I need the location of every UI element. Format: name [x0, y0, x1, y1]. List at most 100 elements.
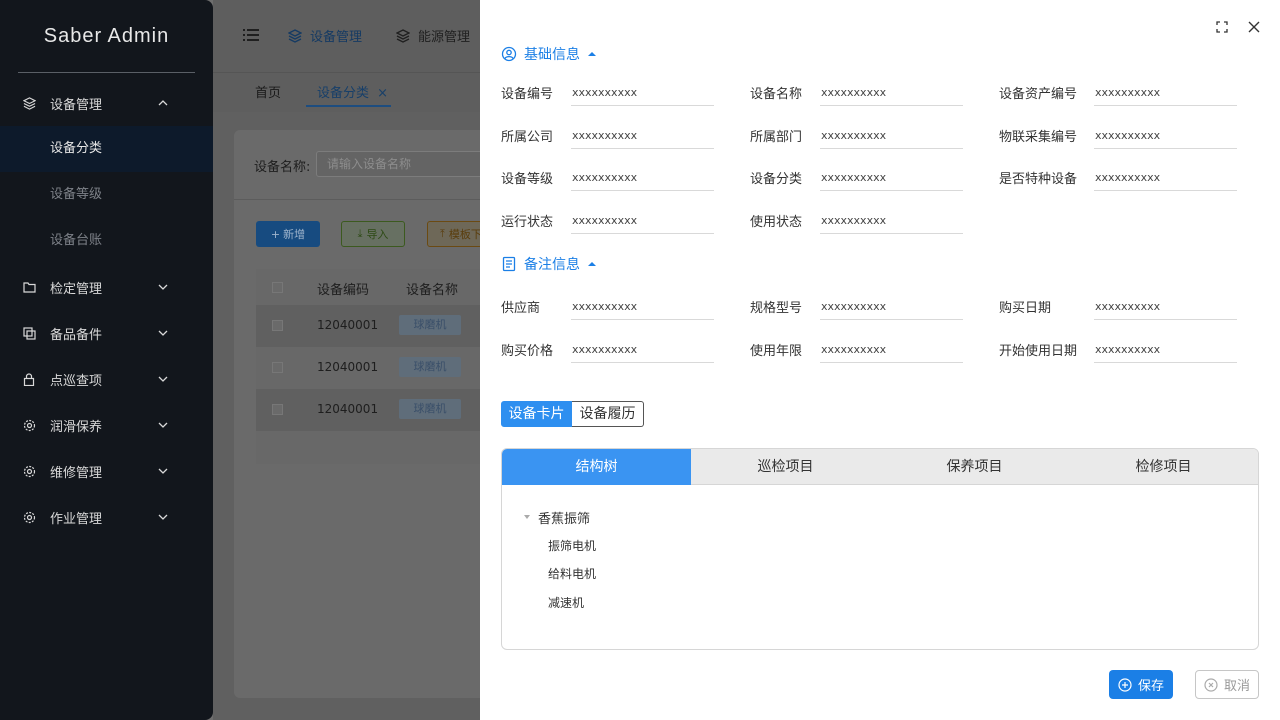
sidebar-item-label: 润滑保养 [50, 419, 103, 435]
field-value[interactable]: xxxxxxxxxx [820, 84, 963, 106]
tab-label: 设备分类 [317, 86, 370, 101]
field-value[interactable]: xxxxxxxxxx [820, 127, 963, 149]
section-remark-info[interactable]: 备注信息 [501, 254, 596, 274]
row-checkbox[interactable] [272, 320, 283, 331]
tab-inspection-items[interactable]: 巡检项目 [691, 449, 880, 485]
brand-divider [18, 72, 195, 73]
user-circle-icon [501, 46, 517, 62]
save-label: 保存 [1137, 679, 1164, 694]
field-label: 购买价格 [501, 343, 554, 359]
sidebar-item-inspection[interactable]: 点巡查项 [0, 356, 213, 402]
cancel-label: 取消 [1223, 679, 1250, 694]
field-value[interactable]: xxxxxxxxxx [1094, 341, 1237, 363]
sidebar-item-operations[interactable]: 作业管理 [0, 494, 213, 540]
row-checkbox[interactable] [272, 362, 283, 373]
sidebar-item-verification[interactable]: 检定管理 [0, 264, 213, 310]
topnav-label: 设备管理 [310, 30, 363, 45]
sidebar: Saber Admin 设备管理 设备分类 设备等级 设备台账 检定管理 备品备… [0, 0, 213, 720]
add-button[interactable]: + 新增 [256, 221, 320, 247]
menu-toggle-icon[interactable] [243, 28, 259, 42]
save-button[interactable]: 保存 [1109, 670, 1173, 699]
field-label: 所属部门 [750, 129, 803, 145]
tab-close-icon[interactable]: × [377, 86, 388, 101]
field-label: 供应商 [501, 301, 541, 316]
tab-device-category[interactable]: 设备分类 × [317, 82, 388, 101]
cell-code: 12040001 [317, 402, 379, 416]
plus-circle-icon [1118, 677, 1132, 692]
field-value[interactable]: xxxxxxxxxx [820, 169, 963, 192]
fullscreen-icon[interactable] [1213, 18, 1231, 36]
add-label: 新增 [283, 228, 306, 241]
field-value[interactable]: xxxxxxxxxx [571, 84, 714, 106]
topnav-energy-management[interactable]: 能源管理 [396, 26, 470, 45]
section-title-label: 基础信息 [524, 47, 580, 63]
cancel-button[interactable]: 取消 [1195, 670, 1259, 699]
field-value[interactable]: xxxxxxxxxx [571, 341, 714, 363]
topnav-device-management[interactable]: 设备管理 [288, 26, 362, 45]
chevron-down-icon [157, 511, 169, 523]
field-label: 运行状态 [501, 215, 554, 231]
sidebar-subitem-device-ledger[interactable]: 设备台账 [0, 218, 213, 264]
sidebar-subitem-device-level[interactable]: 设备等级 [0, 172, 213, 218]
field-value[interactable]: xxxxxxxxxx [1094, 169, 1237, 192]
search-input[interactable]: 请输入设备名称 [316, 151, 496, 177]
sidebar-item-label: 作业管理 [50, 511, 103, 527]
tab-overhaul-items[interactable]: 检修项目 [1069, 449, 1258, 485]
detail-tabs: 结构树 巡检项目 保养项目 检修项目 香蕉振筛 振筛电机 给料电机 减速机 [501, 448, 1259, 650]
sidebar-item-label: 检定管理 [50, 281, 103, 297]
field-label: 设备分类 [750, 172, 803, 188]
tab-maintenance-items[interactable]: 保养项目 [880, 449, 1069, 485]
tree-node-root[interactable]: 香蕉振筛 [538, 508, 590, 527]
row-checkbox[interactable] [272, 404, 283, 415]
field-value[interactable]: xxxxxxxxxx [820, 212, 963, 235]
field-value[interactable]: xxxxxxxxxx [571, 298, 714, 320]
import-button[interactable]: ⤓ 导入 [341, 221, 405, 247]
chevron-down-icon [157, 465, 169, 477]
download-icon: ⤓ [357, 227, 363, 240]
template-label: 模板下 [448, 228, 482, 241]
sidebar-item-label: 备品备件 [50, 327, 103, 343]
segment-device-card[interactable]: 设备卡片 [501, 401, 572, 427]
gear-icon [22, 464, 36, 478]
app-root: 设备管理 能源管理 首页 设备分类 × 设备名称: 请输入设备名称 + 新增 ⤓… [0, 0, 1280, 720]
tree-node-child[interactable]: 振筛电机 [548, 537, 596, 554]
tab-structure-tree[interactable]: 结构树 [502, 449, 691, 485]
field-label: 设备编号 [501, 87, 554, 102]
section-basic-info[interactable]: 基础信息 [501, 44, 596, 64]
field-value[interactable]: xxxxxxxxxx [571, 127, 714, 149]
segment-device-history[interactable]: 设备履历 [572, 401, 644, 427]
field-value[interactable]: xxxxxxxxxx [1094, 298, 1237, 320]
field-label: 是否特种设备 [999, 172, 1078, 188]
column-header: 设备编码 [317, 283, 370, 298]
layers-icon [288, 28, 302, 43]
sidebar-item-lubrication[interactable]: 润滑保养 [0, 402, 213, 448]
select-all-checkbox[interactable] [272, 282, 283, 293]
chevron-down-icon [157, 419, 169, 431]
tree-node-child[interactable]: 减速机 [548, 594, 584, 611]
field-value[interactable]: xxxxxxxxxx [571, 212, 714, 235]
tree-expand-icon[interactable] [524, 515, 530, 519]
sidebar-item-spare-parts[interactable]: 备品备件 [0, 310, 213, 356]
field-value[interactable]: xxxxxxxxxx [1094, 84, 1237, 106]
plus-icon: + [270, 227, 281, 241]
detail-tabs-header: 结构树 巡检项目 保养项目 检修项目 [502, 449, 1258, 485]
search-label: 设备名称: [254, 160, 311, 175]
cell-name-tag: 球磨机 [399, 399, 461, 419]
sidebar-item-device-management[interactable]: 设备管理 [0, 80, 213, 126]
copy-icon [22, 326, 36, 340]
field-value[interactable]: xxxxxxxxxx [571, 169, 714, 192]
sidebar-item-maintenance[interactable]: 维修管理 [0, 448, 213, 494]
close-icon[interactable] [1245, 18, 1263, 36]
field-value[interactable]: xxxxxxxxxx [820, 298, 963, 320]
sidebar-subitem-device-category[interactable]: 设备分类 [0, 126, 213, 172]
tree-node-child[interactable]: 给料电机 [548, 565, 596, 582]
template-download-button[interactable]: ⤒ 模板下 [427, 221, 487, 247]
cell-code: 12040001 [317, 360, 379, 374]
topnav-label: 能源管理 [418, 30, 471, 45]
section-title-label: 备注信息 [524, 257, 580, 273]
field-value[interactable]: xxxxxxxxxx [820, 341, 963, 363]
document-icon [501, 256, 517, 272]
chevron-down-icon [157, 327, 169, 339]
tab-home[interactable]: 首页 [255, 82, 281, 101]
field-value[interactable]: xxxxxxxxxx [1094, 127, 1237, 149]
